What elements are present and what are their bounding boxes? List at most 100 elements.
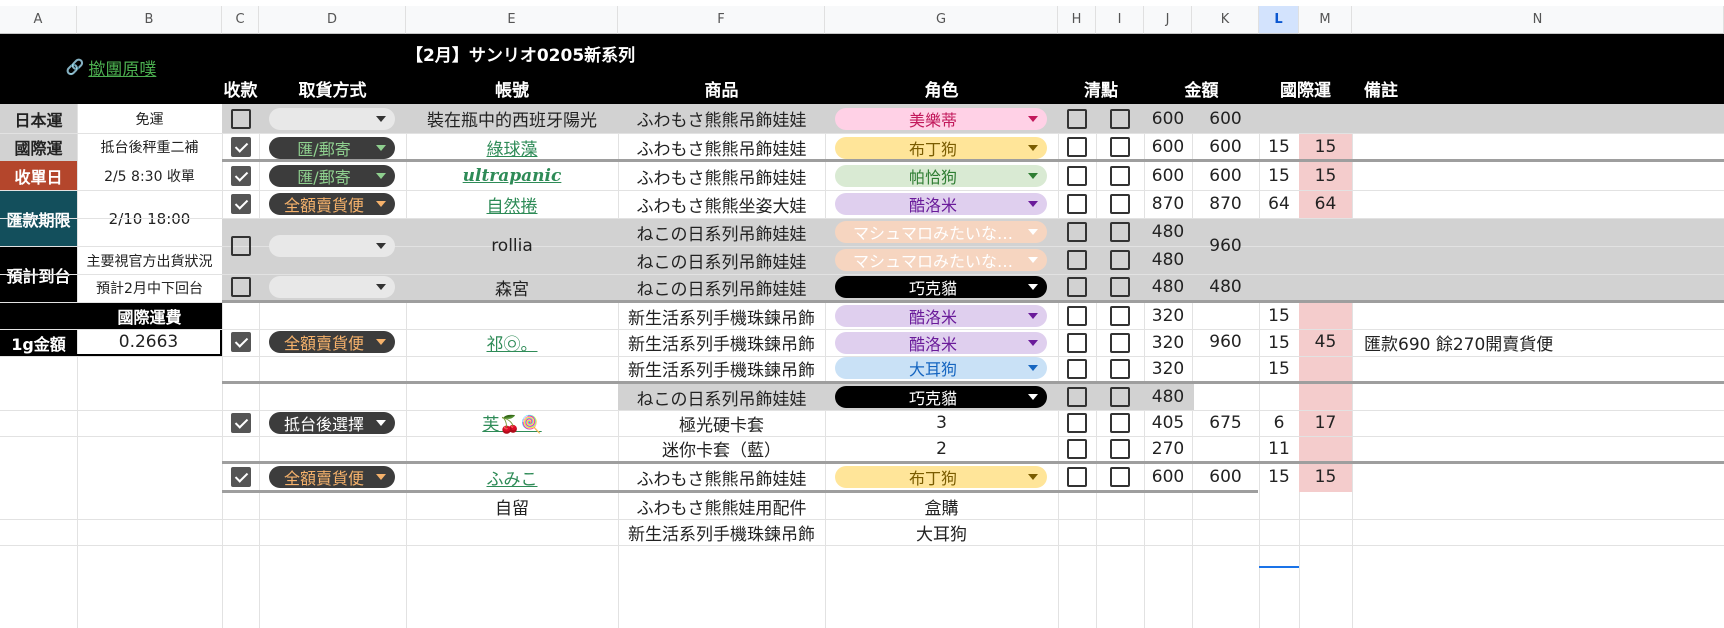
role-dropdown[interactable]: 大耳狗 <box>835 357 1047 379</box>
role-dropdown[interactable]: 巧克貓 <box>835 276 1047 298</box>
account-cell[interactable]: 綠球藻 <box>406 133 618 161</box>
account-cell[interactable]: 芙🍒🍭 <box>406 384 618 461</box>
check-box-i[interactable] <box>1096 356 1144 381</box>
account-cell[interactable]: ultrapanic <box>406 162 618 190</box>
intl-m: 15 <box>1314 137 1337 157</box>
pay-checkbox[interactable] <box>222 464 259 490</box>
col-header-b[interactable]: B <box>77 6 222 34</box>
check-box-h[interactable] <box>1058 274 1096 300</box>
check-box-i[interactable] <box>1096 384 1144 410</box>
pay-checkbox[interactable] <box>222 133 259 161</box>
amount-j: 405 <box>1151 413 1185 433</box>
col-header-h[interactable]: H <box>1058 6 1096 34</box>
check-box-h[interactable] <box>1058 436 1096 461</box>
pickup-dropdown[interactable]: 抵台後選擇 <box>269 412 395 434</box>
col-header-j[interactable]: J <box>1144 6 1192 34</box>
col-header-f[interactable]: F <box>618 6 825 34</box>
check-box-i[interactable] <box>1096 190 1144 218</box>
col-header-g[interactable]: G <box>825 6 1058 34</box>
role-dropdown[interactable]: マシュマロみたいな… <box>835 249 1047 271</box>
col-header-e[interactable]: E <box>406 6 618 34</box>
pay-checkbox[interactable] <box>222 303 259 381</box>
role-dropdown[interactable]: 酷洛米 <box>835 332 1047 354</box>
check-box-i[interactable] <box>1096 303 1144 329</box>
col-header-k[interactable]: K <box>1192 6 1259 34</box>
check-box-h[interactable] <box>1058 246 1096 274</box>
role-dropdown[interactable]: 巧克貓 <box>835 386 1047 408</box>
pickup-dropdown[interactable]: 匯/郵寄 <box>269 137 395 159</box>
account-link[interactable]: 芙🍒🍭 <box>482 410 541 435</box>
intl-m: 17 <box>1314 412 1337 433</box>
check-box-h[interactable] <box>1058 190 1096 218</box>
role-dropdown[interactable]: 布丁狗 <box>835 137 1047 159</box>
account-link[interactable]: ふみこ <box>487 465 538 490</box>
account-link[interactable]: 自然捲 <box>487 192 538 217</box>
check-box-i[interactable] <box>1096 410 1144 436</box>
check-box-h[interactable] <box>1058 356 1096 381</box>
check-box-i[interactable] <box>1096 162 1144 190</box>
pay-checkbox[interactable] <box>222 384 259 461</box>
check-box-h[interactable] <box>1058 104 1096 133</box>
pickup-dropdown[interactable]: 全額賣貨便 <box>269 331 395 353</box>
col-header-l[interactable]: L <box>1259 6 1299 34</box>
check-box-i[interactable] <box>1096 329 1144 356</box>
pickup-dropdown[interactable]: 全額賣貨便 <box>269 466 395 488</box>
qty-cell: 2 <box>936 438 947 459</box>
role-dropdown[interactable]: 酷洛米 <box>835 193 1047 215</box>
role-dropdown[interactable]: 美樂蒂 <box>835 108 1047 130</box>
pay-checkbox[interactable] <box>222 218 259 274</box>
check-box-i[interactable] <box>1096 274 1144 300</box>
account-link[interactable]: 綠球藻 <box>487 135 538 160</box>
account-link[interactable]: ultrapanic <box>463 166 562 186</box>
check-box-h[interactable] <box>1058 162 1096 190</box>
col-header-a[interactable]: A <box>0 6 77 34</box>
check-box-h[interactable] <box>1058 410 1096 436</box>
group-link-cell[interactable]: 🔗 撳團原噗 <box>0 34 222 100</box>
role-dropdown[interactable]: 酷洛米 <box>835 305 1047 327</box>
check-box-h[interactable] <box>1058 329 1096 356</box>
check-box-i[interactable] <box>1096 436 1144 461</box>
pay-checkbox[interactable] <box>222 274 259 300</box>
check-box-h[interactable] <box>1058 384 1096 410</box>
amount-k: 600 <box>1209 108 1242 129</box>
product-cell: ねこの日系列吊飾娃娃 <box>636 224 807 245</box>
col-header-c[interactable]: C <box>222 6 259 34</box>
amount-k: 960 <box>1209 236 1242 256</box>
role-dropdown[interactable]: マシュマロみたいな… <box>835 221 1047 243</box>
pickup-dropdown[interactable]: 全額賣貨便 <box>269 193 395 215</box>
pay-checkbox[interactable] <box>222 162 259 190</box>
role-dropdown[interactable]: 布丁狗 <box>835 466 1047 488</box>
pickup-dropdown[interactable] <box>269 108 395 130</box>
role-cell: 大耳狗 <box>916 524 967 545</box>
col-header-d[interactable]: D <box>259 6 406 34</box>
product-cell: ふわもさ熊熊娃用配件 <box>636 498 807 519</box>
check-box-h[interactable] <box>1058 464 1096 490</box>
account-cell[interactable]: 自然捲 <box>406 190 618 218</box>
check-box-h[interactable] <box>1058 303 1096 329</box>
check-box-h[interactable] <box>1058 218 1096 246</box>
check-box-i[interactable] <box>1096 464 1144 490</box>
check-box-i[interactable] <box>1096 104 1144 133</box>
col-header-i[interactable]: I <box>1096 6 1144 34</box>
role-label: 帕恰狗 <box>908 168 957 187</box>
col-header-n[interactable]: N <box>1352 6 1724 34</box>
role-label: 酷洛米 <box>908 335 957 354</box>
pay-checkbox[interactable] <box>222 104 259 133</box>
check-box-i[interactable] <box>1096 218 1144 246</box>
account-link[interactable]: 祁㉧。 <box>487 330 538 355</box>
pickup-dropdown[interactable] <box>269 235 395 257</box>
pay-checkbox[interactable] <box>222 190 259 218</box>
group-link[interactable]: 撳團原噗 <box>88 55 156 80</box>
pickup-dropdown[interactable]: 匯/郵寄 <box>269 165 395 187</box>
col-header-m[interactable]: M <box>1299 6 1352 34</box>
intl-m: 15 <box>1314 467 1337 487</box>
account-cell[interactable]: ふみこ <box>406 464 618 490</box>
rate-value[interactable]: 0.2663 <box>77 329 222 356</box>
account-cell[interactable]: 祁㉧。 <box>406 303 618 381</box>
check-box-i[interactable] <box>1096 133 1144 161</box>
check-box-i[interactable] <box>1096 246 1144 274</box>
check-box-h[interactable] <box>1058 133 1096 161</box>
chevron-down-icon <box>376 420 386 426</box>
pickup-dropdown[interactable] <box>269 276 395 298</box>
role-dropdown[interactable]: 帕恰狗 <box>835 165 1047 187</box>
